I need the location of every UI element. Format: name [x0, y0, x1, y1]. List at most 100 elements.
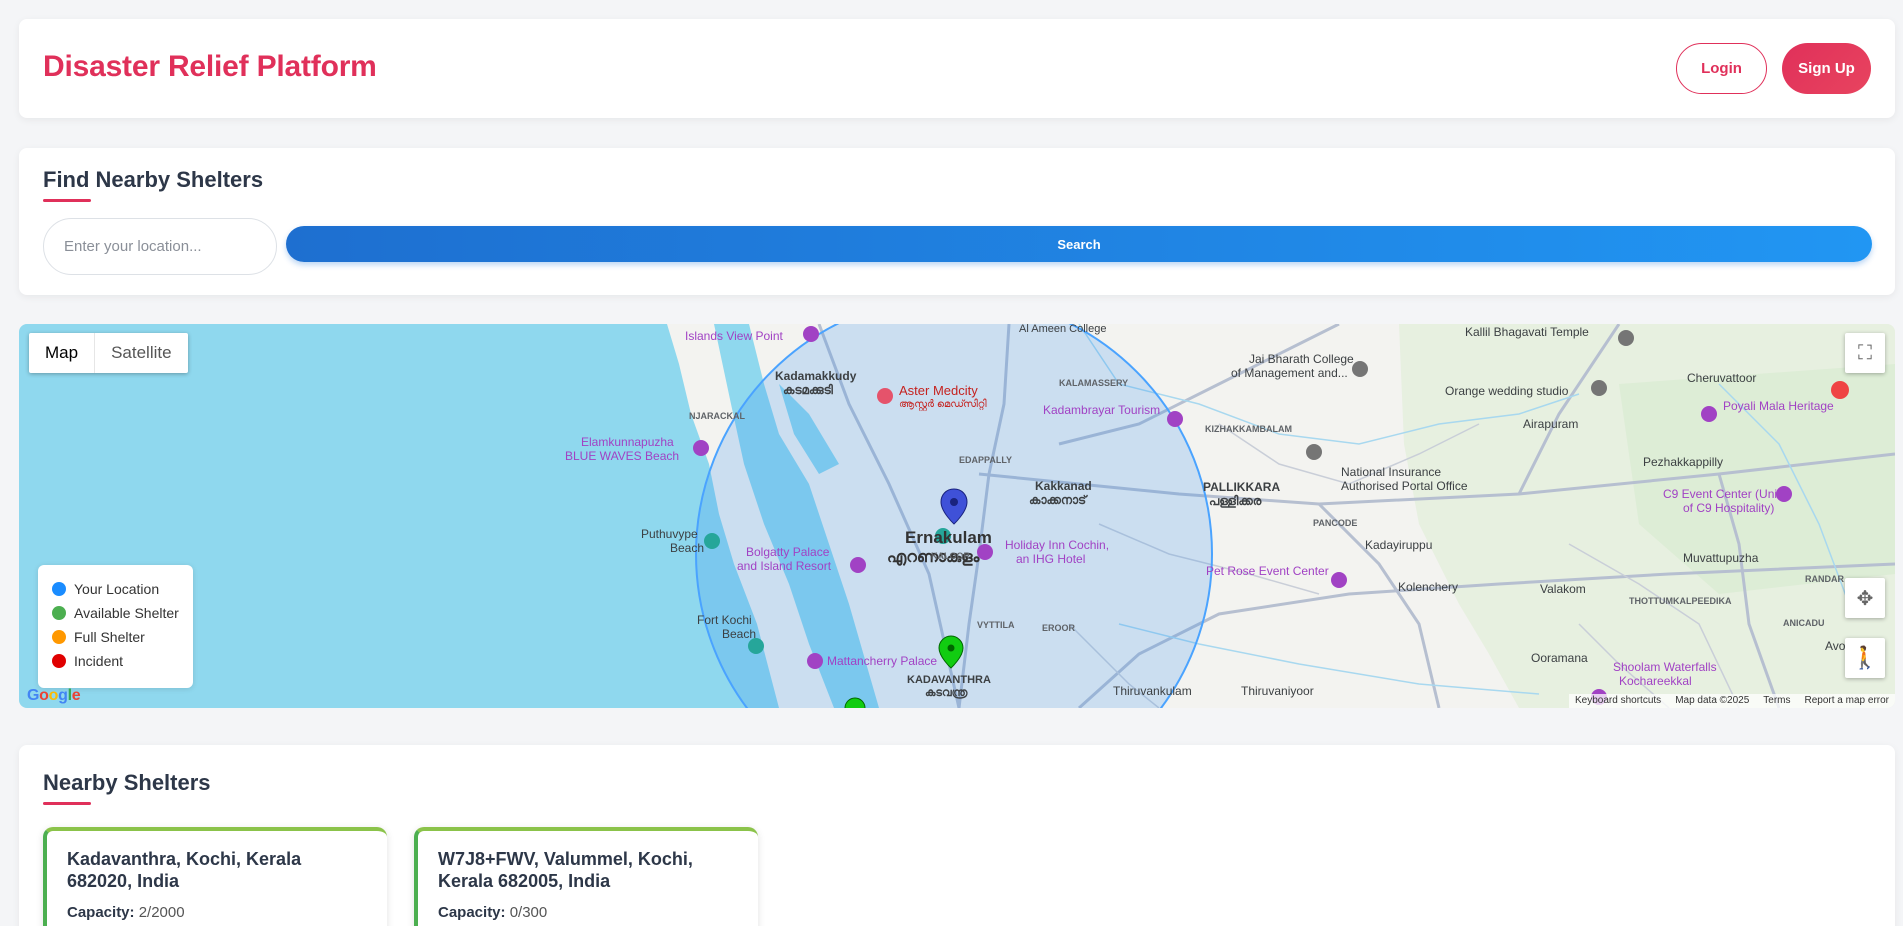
map-label-puthuvype: Puthuvype — [641, 527, 698, 541]
map-label-shoolam: Shoolam Waterfalls — [1613, 660, 1717, 674]
legend-label: Incident — [74, 653, 124, 669]
map-label-kakkanad: Kakkanad — [1035, 479, 1092, 493]
capacity-value: 2/2000 — [138, 904, 185, 921]
search-button[interactable]: Search — [286, 226, 1872, 262]
map-label-pezhakkappilly: Pezhakkappilly — [1643, 455, 1724, 469]
app-header: Disaster Relief Platform Login Sign Up — [19, 19, 1895, 118]
map-label-kadamakkudy-ml: കടമക്കുടി — [783, 383, 833, 397]
camera-control-icon[interactable]: ✥ — [1845, 578, 1885, 618]
map-label-c9-event-2: of C9 Hospitality) — [1683, 501, 1775, 515]
map-label-kakkanad-ml: കാക്കനാട് — [1029, 493, 1087, 507]
map-label-edappally: EDAPPALLY — [959, 455, 1013, 465]
map-label-c9-event: C9 Event Center (Unit — [1663, 487, 1781, 501]
map-label-holiday-inn: Holiday Inn Cochin, — [1005, 538, 1110, 552]
shelter-address: Kadavanthra, Kochi, Kerala 682020, India — [67, 849, 302, 891]
map-label-vyttila: VYTTILA — [977, 620, 1015, 630]
google-logo-g2: g — [58, 687, 68, 704]
shelter-card[interactable]: Kadavanthra, Kochi, Kerala 682020, India… — [43, 827, 387, 926]
map-label-fort-kochi: Fort Kochi — [697, 613, 752, 627]
map-label-kaloor: KALOOR — [931, 551, 970, 561]
map-data-credit: Map data ©2025 — [1675, 695, 1750, 706]
fullscreen-icon[interactable]: ⛶ — [1845, 333, 1885, 373]
map-label-islands-view: Islands View Point — [685, 329, 783, 343]
map-label-kallil: Kallil Bhagavati Temple — [1465, 325, 1589, 339]
google-logo-e: e — [71, 687, 81, 704]
map-legend: Your Location Available Shelter Full She… — [38, 565, 193, 688]
map-label-kizhakkambalam: KIZHAKKAMBALAM — [1205, 424, 1292, 434]
google-logo-o1: o — [39, 687, 49, 704]
map-label-njarackal: NJARACKAL — [689, 411, 745, 421]
shelter-card[interactable]: W7J8+FWV, Valummel, Kochi, Kerala 682005… — [414, 827, 758, 926]
legend-dot-incident — [52, 654, 66, 668]
map-label-jai-bharath: Jai Bharath College — [1249, 352, 1354, 366]
map-label-national-ins-2: Authorised Portal Office — [1341, 479, 1468, 493]
map-label-kochareekkal: Kochareekkal — [1619, 674, 1692, 688]
map-label-fort-kochi-beach: Beach — [722, 627, 757, 641]
legend-dot-full — [52, 630, 66, 644]
map-label-blue-waves: BLUE WAVES Beach — [565, 449, 680, 463]
map-type-control: Map Satellite — [29, 333, 188, 373]
map-label-thiruvankulam: Thiruvankulam — [1113, 684, 1192, 698]
map-label-pet-rose: Pet Rose Event Center — [1206, 564, 1329, 578]
legend-label: Available Shelter — [74, 605, 179, 621]
map-label-ernakulam: Ernakulam — [905, 528, 992, 547]
map-label-valakom: Valakom — [1540, 582, 1586, 596]
map-label-puthuvype-beach: Beach — [670, 541, 705, 555]
search-title: Find Nearby Shelters — [43, 167, 264, 192]
map-label-elamkunnapuzha: Elamkunnapuzha — [581, 435, 674, 449]
shelter-address: W7J8+FWV, Valummel, Kochi, Kerala 682005… — [438, 849, 693, 891]
map-label-muvattupuzha: Muvattupuzha — [1683, 551, 1759, 565]
pegman-icon[interactable]: 🚶 — [1845, 638, 1885, 678]
keyboard-shortcuts-link[interactable]: Keyboard shortcuts — [1575, 694, 1661, 708]
map-label-orange: Orange wedding studio — [1445, 384, 1569, 398]
shelters-title: Nearby Shelters — [43, 770, 211, 795]
legend-item: Incident — [52, 649, 179, 673]
map-label-al-ameen: Al Ameen College — [1019, 324, 1107, 335]
map-label-ihg: an IHG Hotel — [1016, 552, 1086, 566]
map-label-cheruvattoor: Cheruvattoor — [1687, 371, 1757, 385]
map-label-bolgatty: Bolgatty Palace — [746, 545, 830, 559]
map-label-aster-ml: ആസ്റ്റർ മെഡ്സിറ്റി — [899, 399, 987, 410]
map-type-map[interactable]: Map — [29, 333, 96, 373]
shelters-section: Nearby Shelters Kadavanthra, Kochi, Kera… — [19, 745, 1895, 926]
title-underline — [43, 199, 91, 202]
map-label-mattancherry: Mattancherry Palace — [827, 654, 938, 668]
incident-marker — [1831, 381, 1849, 399]
terms-link[interactable]: Terms — [1763, 694, 1790, 708]
title-underline — [43, 802, 91, 805]
shelter-capacity: Capacity: 2/2000 — [67, 904, 367, 921]
login-button[interactable]: Login — [1676, 43, 1767, 94]
map-label-eroor: EROOR — [1042, 623, 1076, 633]
shelter-map[interactable]: Ernakulam എറണാകുളം Kakkanad കാക്കനാട് Ka… — [19, 324, 1895, 708]
map-label-randar: RANDAR — [1805, 574, 1844, 584]
map-label-pallikkara-ml: പള്ളിക്കര — [1209, 494, 1262, 508]
map-label-kadambrayar: Kadambrayar Tourism — [1043, 403, 1161, 417]
map-label-kadayiruppu: Kadayiruppu — [1365, 538, 1433, 552]
report-error-link[interactable]: Report a map error — [1805, 694, 1889, 708]
map-label-jai-bharath-2: of Management and... — [1231, 366, 1348, 380]
map-label-airapuram: Airapuram — [1523, 417, 1579, 431]
map-label-thiruvaniyoor: Thiruvaniyoor — [1241, 684, 1314, 698]
legend-label: Your Location — [74, 581, 160, 597]
legend-dot-available — [52, 606, 66, 620]
map-label-kolenchery: Kolenchery — [1398, 580, 1459, 594]
map-label-kalamassery: KALAMASSERY — [1059, 378, 1129, 388]
signup-button[interactable]: Sign Up — [1782, 43, 1871, 94]
map-label-kadamakkudy: Kadamakkudy — [775, 369, 857, 383]
map-footer: Keyboard shortcuts Map data ©2025 Terms … — [1569, 694, 1895, 708]
map-canvas — [19, 324, 1895, 708]
map-label-kadavanthra: KADAVANTHRA — [907, 674, 991, 686]
google-logo-g1: G — [27, 687, 40, 704]
google-logo-o2: o — [48, 687, 59, 704]
map-label-aster: Aster Medcity — [899, 383, 978, 398]
map-label-ooramana: Ooramana — [1531, 651, 1588, 665]
capacity-label: Capacity: — [67, 904, 135, 921]
legend-item: Your Location — [52, 577, 179, 601]
map-type-satellite[interactable]: Satellite — [95, 333, 187, 373]
search-section: Find Nearby Shelters Search — [19, 148, 1895, 295]
google-logo: Google — [27, 687, 81, 705]
location-input[interactable] — [43, 218, 277, 275]
map-label-pancode: PANCODE — [1313, 518, 1358, 528]
capacity-label: Capacity: — [438, 904, 506, 921]
map-label-thottumkal: THOTTUMKALPEEDIKA — [1629, 596, 1732, 606]
